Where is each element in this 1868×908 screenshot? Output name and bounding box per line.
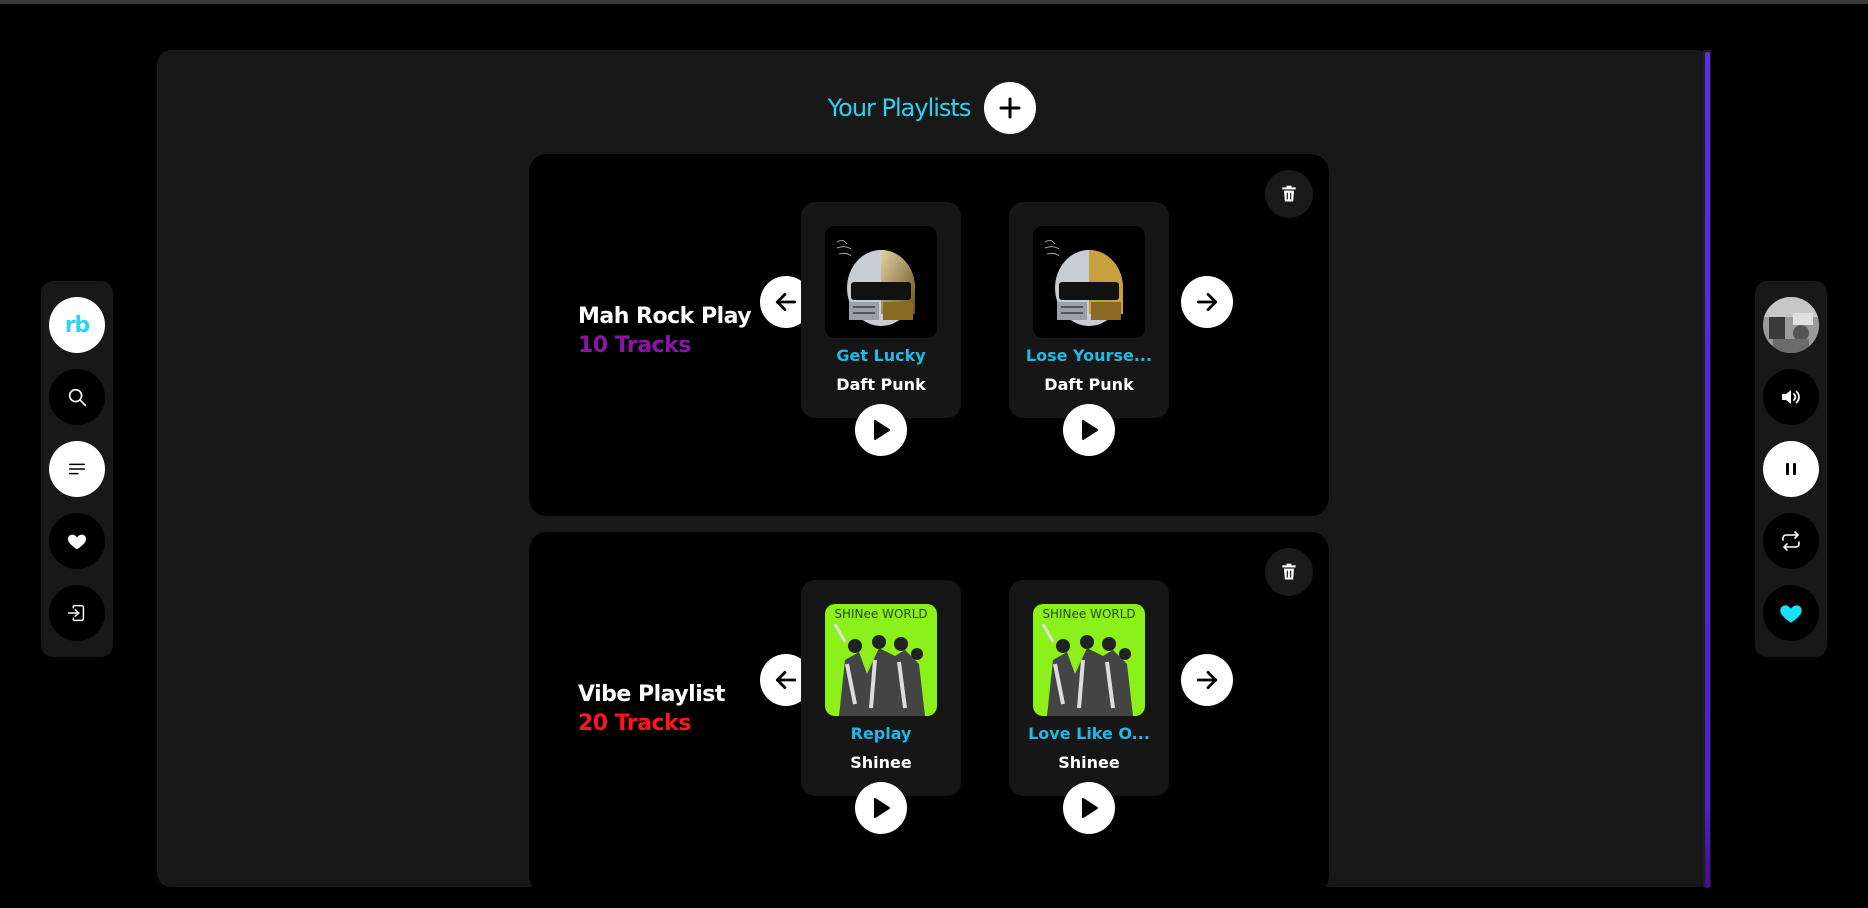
pause-icon <box>1786 463 1796 475</box>
playlist-name: Mah Rock Play <box>578 304 752 329</box>
track-card[interactable]: SHINee WORLD Love Like O... Shinee <box>1009 580 1169 834</box>
album-cover-daft-punk <box>825 226 937 338</box>
player-controls-sidebar <box>1755 281 1827 657</box>
volume-button[interactable] <box>1763 369 1819 425</box>
play-icon <box>1082 420 1098 440</box>
play-icon <box>1082 798 1098 818</box>
arrow-left-icon <box>775 671 797 689</box>
track-artist: Daft Punk <box>1044 375 1134 394</box>
scrollbar-thumb[interactable] <box>1705 52 1710 888</box>
heart-icon <box>67 534 87 550</box>
search-button[interactable] <box>49 369 105 425</box>
browser-top-edge <box>0 0 1868 4</box>
arrow-right-icon <box>1196 671 1218 689</box>
trash-icon <box>1282 185 1296 202</box>
delete-playlist-button[interactable] <box>1265 170 1313 218</box>
left-nav-sidebar: rb <box>41 281 113 657</box>
play-track-button[interactable] <box>1063 782 1115 834</box>
trash-icon <box>1282 563 1296 580</box>
list-icon <box>68 463 86 475</box>
cover-logo-text: SHINee WORLD <box>834 607 927 621</box>
play-icon <box>874 798 890 818</box>
track-title: Replay <box>850 724 912 743</box>
play-track-button[interactable] <box>1063 404 1115 456</box>
playlists-panel: Your Playlists Mah Rock Play 10 Tracks G… <box>157 50 1711 887</box>
next-tracks-button[interactable] <box>1181 276 1233 328</box>
play-icon <box>874 420 890 440</box>
page-title: Your Playlists <box>827 94 972 122</box>
plus-icon <box>999 97 1021 119</box>
logo-button[interactable]: rb <box>49 297 105 353</box>
album-cover-shinee: SHINee WORLD <box>825 604 937 716</box>
track-title: Get Lucky <box>836 346 926 365</box>
playlist-track-count: 20 Tracks <box>578 711 691 736</box>
like-song-button[interactable] <box>1763 585 1819 641</box>
album-cover-shinee: SHINee WORLD <box>1033 604 1145 716</box>
liked-songs-button[interactable] <box>49 513 105 569</box>
add-playlist-button[interactable] <box>984 82 1037 134</box>
rb-logo: rb <box>64 312 91 338</box>
repeat-icon <box>1782 531 1800 551</box>
heart-icon <box>1780 605 1802 623</box>
cover-logo-text: SHINee WORLD <box>1042 607 1135 621</box>
search-icon <box>68 388 87 407</box>
album-cover-daft-punk <box>1033 226 1145 338</box>
logout-icon <box>68 604 85 622</box>
play-track-button[interactable] <box>855 404 907 456</box>
repeat-button[interactable] <box>1763 513 1819 569</box>
playlist-name: Vibe Playlist <box>578 682 725 707</box>
playlists-header: Your Playlists <box>157 80 1711 136</box>
arrow-right-icon <box>1196 293 1218 311</box>
playlist-card: Vibe Playlist 20 Tracks SHINee WORLD Rep… <box>529 532 1329 887</box>
track-title: Lose Yourse... <box>1025 346 1153 365</box>
track-artist: Shinee <box>850 753 912 772</box>
play-track-button[interactable] <box>855 782 907 834</box>
playlist-card: Mah Rock Play 10 Tracks Get Lucky Daft P… <box>529 154 1329 516</box>
volume-icon <box>1782 390 1800 404</box>
track-artist: Daft Punk <box>836 375 926 394</box>
playlist-track-count: 10 Tracks <box>578 333 691 358</box>
track-card[interactable]: Get Lucky Daft Punk <box>801 202 961 456</box>
track-artist: Shinee <box>1058 753 1120 772</box>
track-card[interactable]: SHINee WORLD Replay Shinee <box>801 580 961 834</box>
track-card[interactable]: Lose Yourse... Daft Punk <box>1009 202 1169 456</box>
avatar-image <box>1763 297 1819 353</box>
track-title: Love Like O... <box>1028 724 1150 743</box>
pause-button[interactable] <box>1763 441 1819 497</box>
next-tracks-button[interactable] <box>1181 654 1233 706</box>
playlists-button[interactable] <box>49 441 105 497</box>
user-avatar[interactable] <box>1763 297 1819 353</box>
delete-playlist-button[interactable] <box>1265 548 1313 596</box>
arrow-left-icon <box>775 293 797 311</box>
logout-button[interactable] <box>49 585 105 641</box>
